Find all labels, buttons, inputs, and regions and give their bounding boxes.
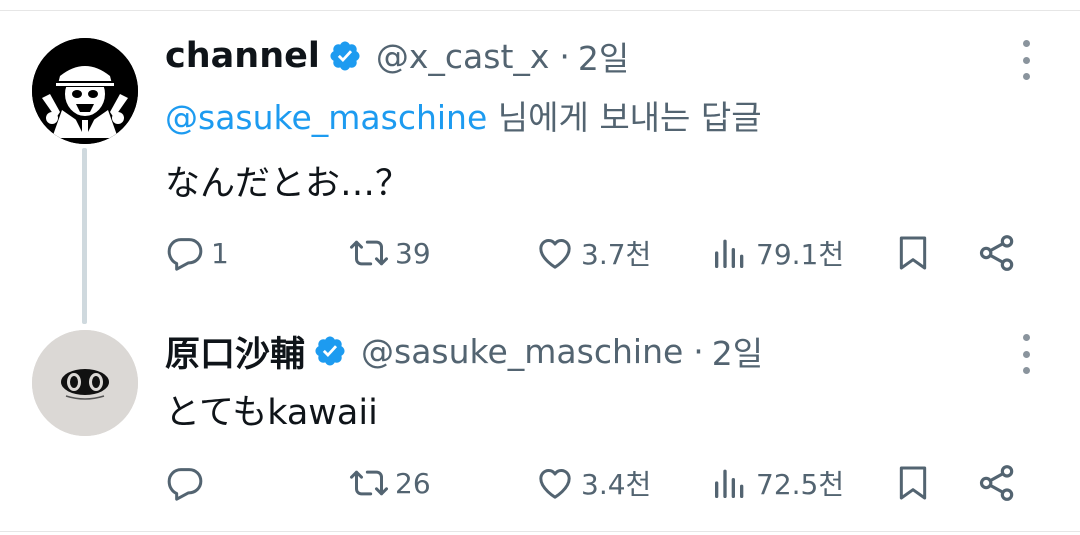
reply-to-mention[interactable]: @sasuke_maschine [165, 98, 487, 137]
views-icon [715, 239, 744, 268]
tweet-actions: 26 3.4천 72.5천 [165, 460, 1025, 506]
top-divider [0, 10, 1080, 11]
verified-badge-icon[interactable] [328, 39, 362, 73]
display-name[interactable]: channel [165, 36, 320, 76]
like-count: 3.4천 [581, 468, 652, 501]
views-button[interactable]: 79.1천 [710, 230, 844, 276]
bookmark-button[interactable] [893, 230, 933, 276]
reply-to-suffix: 님에게 보내는 답글 [487, 98, 762, 137]
user-handle[interactable]: @sasuke_maschine [361, 332, 683, 371]
repost-button[interactable]: 26 [349, 460, 431, 506]
tweet-header: 原口沙輔 @sasuke_maschine · 2일 [165, 326, 763, 377]
bookmark-icon [899, 236, 927, 270]
display-name[interactable]: 原口沙輔 [165, 326, 305, 377]
share-button[interactable] [977, 460, 1017, 506]
thread-connector-line [82, 148, 87, 324]
views-count: 72.5천 [756, 468, 845, 501]
repost-button[interactable]: 39 [349, 230, 431, 276]
more-icon[interactable] [1018, 40, 1034, 80]
share-button[interactable] [977, 230, 1017, 276]
like-count: 3.7천 [581, 238, 652, 271]
tweet-actions: 1 39 3.7천 79.1천 [165, 230, 1025, 276]
tweet-text: とてもkawaii [165, 393, 378, 433]
views-icon [715, 469, 744, 498]
timestamp[interactable]: 2일 [578, 32, 629, 80]
verified-badge-icon[interactable] [313, 334, 347, 368]
timestamp[interactable]: 2일 [712, 327, 763, 375]
like-icon [539, 469, 571, 499]
bottom-divider [0, 531, 1080, 532]
like-icon [539, 239, 571, 269]
tweet-text: なんだとお…？ [165, 164, 411, 204]
like-button[interactable]: 3.7천 [535, 230, 651, 276]
tweet-header: channel @x_cast_x · 2일 [165, 33, 629, 79]
avatar-image [32, 330, 138, 436]
reply-icon [167, 238, 203, 271]
reply-count: 1 [211, 236, 229, 270]
avatar-image [32, 38, 138, 144]
bookmark-button[interactable] [893, 460, 933, 506]
bookmark-icon [899, 466, 927, 500]
separator-dot: · [559, 36, 570, 76]
reply-icon [167, 468, 203, 501]
views-count: 79.1천 [756, 238, 845, 271]
reply-button[interactable] [165, 460, 211, 506]
repost-icon [350, 470, 388, 496]
avatar[interactable] [32, 38, 138, 144]
share-icon [979, 465, 1014, 501]
repost-icon [350, 240, 388, 266]
reply-button[interactable]: 1 [165, 230, 229, 276]
like-button[interactable]: 3.4천 [535, 460, 651, 506]
avatar[interactable] [32, 330, 138, 436]
views-button[interactable]: 72.5천 [710, 460, 844, 506]
repost-count: 26 [395, 466, 431, 500]
more-icon[interactable] [1018, 334, 1034, 374]
repost-count: 39 [395, 236, 431, 270]
separator-dot: · [693, 331, 704, 371]
share-icon [979, 235, 1014, 271]
user-handle[interactable]: @x_cast_x [376, 37, 550, 76]
replying-to: @sasuke_maschine 님에게 보내는 답글 [165, 91, 762, 139]
